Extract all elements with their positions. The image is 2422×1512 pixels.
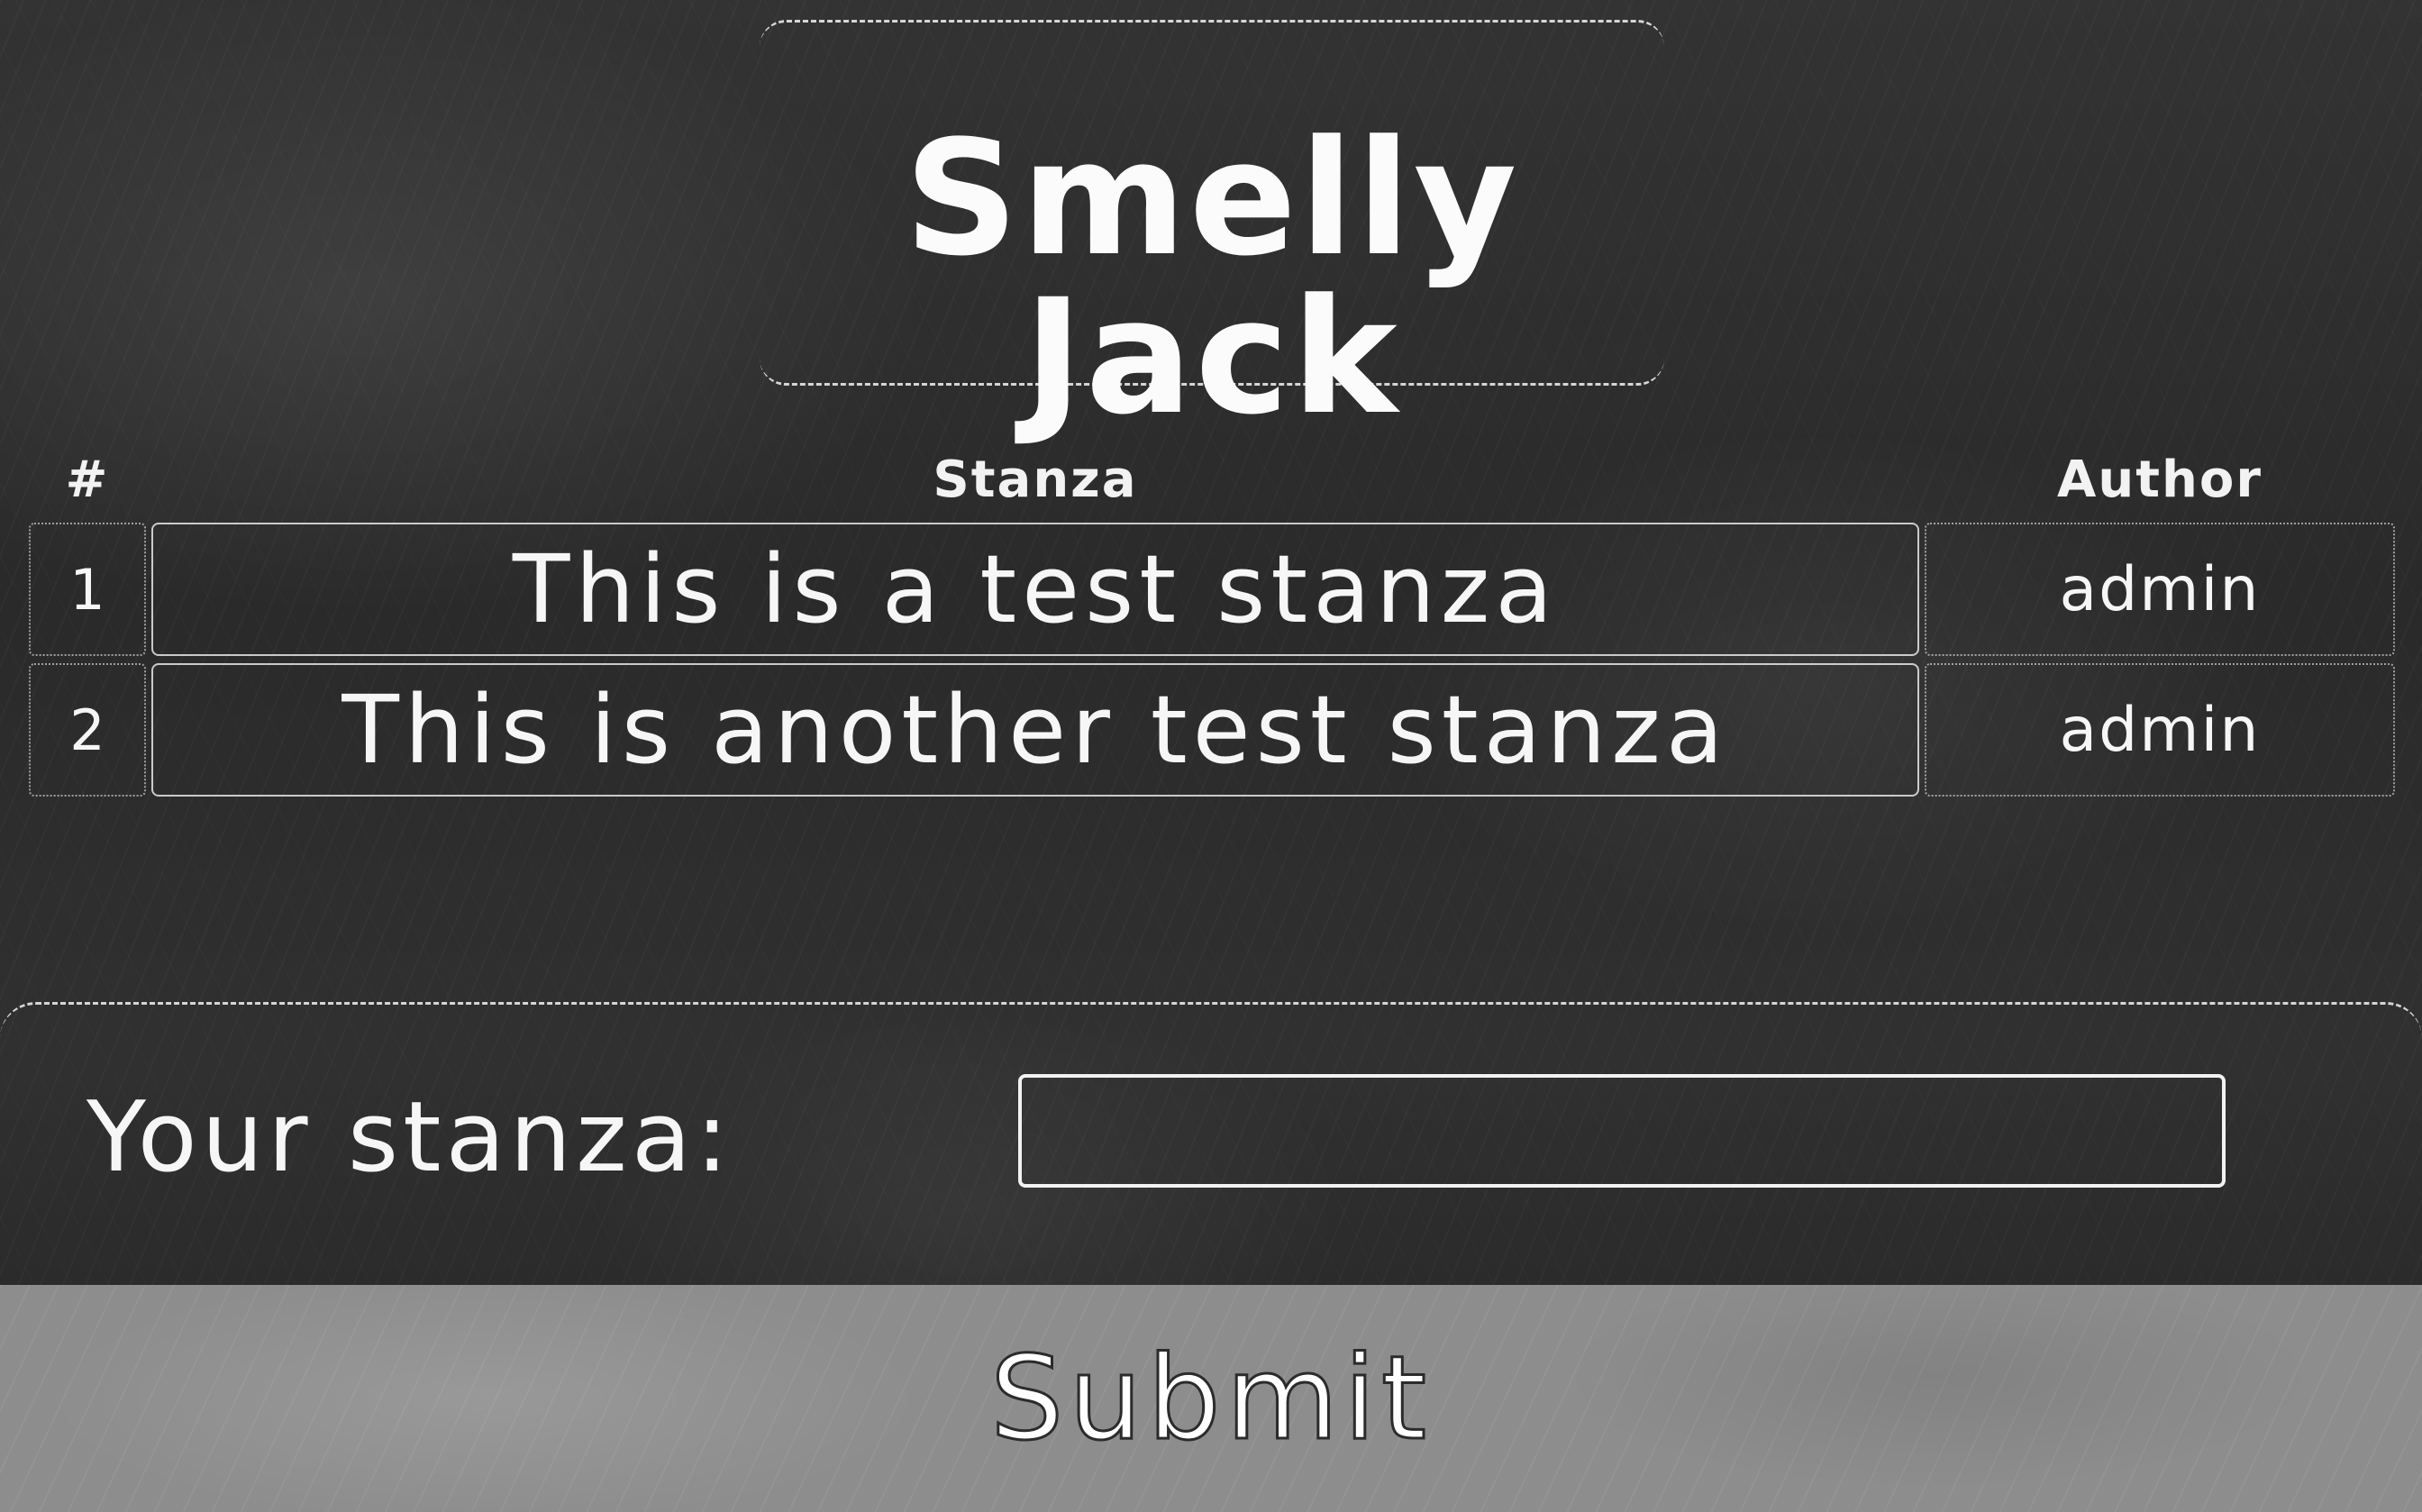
column-header-number: #	[65, 451, 110, 509]
column-header-author: Author	[2057, 451, 2263, 509]
row-number-cell: 1	[29, 523, 146, 656]
stanza-cell: This is another test stanza	[151, 663, 1919, 797]
stanza-input-label: Your stanza:	[86, 1081, 733, 1194]
author-cell: admin	[1925, 663, 2395, 797]
author-cell: admin	[1925, 523, 2395, 656]
page-title: Smelly Jack	[904, 106, 1520, 450]
stanza-input[interactable]	[1018, 1074, 2226, 1188]
submit-button[interactable]: Submit	[0, 1285, 2422, 1512]
form-divider	[0, 1002, 2422, 1038]
column-header-stanza: Stanza	[933, 451, 1138, 509]
submit-button-label: Submit	[988, 1330, 1433, 1467]
row-number-cell: 2	[29, 663, 146, 797]
title-frame: Smelly Jack	[760, 20, 1664, 437]
stanza-cell: This is a test stanza	[151, 523, 1919, 656]
